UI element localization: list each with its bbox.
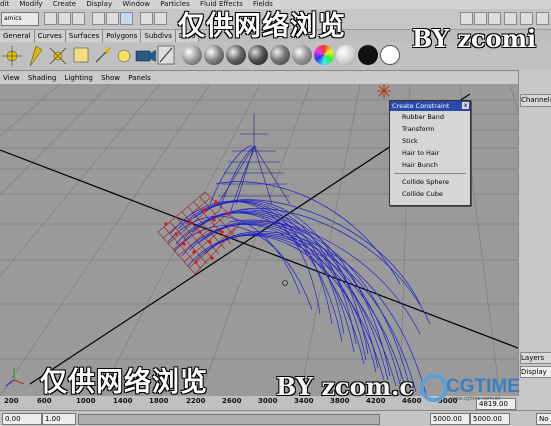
playback-start-field[interactable]: 1.00 — [42, 413, 76, 425]
time-tick: 2600 — [222, 397, 242, 405]
area-light-icon[interactable] — [73, 47, 89, 63]
animation-start-field[interactable]: 0.00 — [2, 413, 42, 425]
menu-set-dropdown[interactable]: amics — [1, 12, 39, 26]
channel-box-icon[interactable] — [536, 12, 549, 25]
ramp-shader-icon[interactable] — [314, 45, 334, 65]
animation-end-field[interactable]: 5000.00 — [470, 413, 510, 425]
phong-e-material-icon[interactable] — [248, 45, 268, 65]
pivot-marker — [282, 280, 288, 286]
menu-separator — [394, 173, 466, 174]
layer-display-dropdown[interactable]: Display — [520, 366, 551, 378]
range-slider-bar: 0.00 1.00 5000.00 5000.00 No — [0, 410, 551, 426]
layered-shader-icon[interactable] — [292, 45, 312, 65]
open-scene-icon[interactable] — [58, 12, 71, 25]
panel-menu-show[interactable]: Show — [101, 74, 120, 82]
star-locator-icon[interactable] — [377, 84, 391, 98]
menu-modify[interactable]: Modify — [19, 0, 42, 8]
menu-item-collide-sphere[interactable]: Collide Sphere — [390, 176, 470, 188]
menu-item-collide-cube[interactable]: Collide Cube — [390, 188, 470, 200]
channels-tab[interactable]: Channels — [520, 94, 551, 107]
range-slider[interactable] — [78, 414, 380, 425]
menu-item-transform[interactable]: Transform — [390, 123, 470, 135]
anisotropic-material-icon[interactable] — [270, 45, 290, 65]
use-background-icon[interactable] — [358, 45, 378, 65]
panel-menu-panels[interactable]: Panels — [128, 74, 151, 82]
snap-grid-icon[interactable] — [154, 12, 167, 25]
phong-material-icon[interactable] — [226, 45, 246, 65]
menu-item-rubber-band[interactable]: Rubber Band — [390, 111, 470, 123]
camera-icon[interactable] — [135, 50, 156, 62]
sun-light-icon[interactable] — [2, 46, 22, 66]
layers-tab[interactable]: Layers — [520, 352, 551, 364]
menu-item-hair-bunch[interactable]: Hair Bunch — [390, 159, 470, 171]
panel-menubar: View Shading Lighting Show Panels — [0, 73, 518, 84]
select-component-icon[interactable] — [120, 12, 133, 25]
watermark-chinese-bottom: 仅供网络浏览 — [40, 367, 208, 398]
select-hierarchy-icon[interactable] — [92, 12, 105, 25]
point-light-icon[interactable] — [49, 47, 67, 65]
cgtime-site-text: www.cgtime.com.cn — [450, 396, 501, 402]
spot-light-icon[interactable] — [29, 45, 43, 67]
channel-box-panel — [518, 70, 551, 396]
cgtime-logo: CGTIME www.cgtime.com.cn — [420, 372, 520, 404]
cgtime-logo-text: CGTIME — [446, 376, 520, 397]
shelf-tab-polygons[interactable]: Polygons — [103, 30, 142, 42]
save-scene-icon[interactable] — [72, 12, 85, 25]
shelf-tab-surfaces[interactable]: Surfaces — [65, 30, 104, 42]
panel-menu-shading[interactable]: Shading — [28, 74, 56, 82]
time-tick: 3000 — [258, 397, 278, 405]
blinn-material-icon[interactable] — [204, 45, 224, 65]
select-object-icon[interactable] — [106, 12, 119, 25]
watermark-chinese-top: 仅供网络浏览 — [178, 11, 346, 42]
surface-shader-icon[interactable] — [336, 45, 356, 65]
create-constraint-menu: Create Constraint x Rubber Band Transform… — [389, 100, 471, 206]
pick-mask-icon[interactable] — [140, 12, 153, 25]
new-scene-icon[interactable] — [44, 12, 57, 25]
cgtime-logo-ring — [420, 374, 448, 402]
shading-map-icon[interactable] — [380, 45, 400, 65]
lambert-material-icon[interactable] — [182, 45, 202, 65]
directional-light-icon[interactable] — [95, 47, 111, 63]
watermark-by-top: BY zcomi — [412, 24, 537, 53]
shelf-tab-general[interactable]: General — [0, 30, 35, 42]
create-constraint-title: Create Constraint x — [390, 101, 470, 111]
panel-menu-lighting[interactable]: Lighting — [65, 74, 93, 82]
menu-window[interactable]: Window — [122, 0, 150, 8]
create-constraint-title-text: Create Constraint — [392, 102, 450, 110]
menu-edit[interactable]: dit — [0, 0, 9, 8]
panel-menu-view[interactable]: View — [3, 74, 20, 82]
ambient-light-icon[interactable] — [117, 49, 131, 63]
menu-item-stick[interactable]: Stick — [390, 135, 470, 147]
menu-display[interactable]: Display — [86, 0, 112, 8]
watermark-by-bottom: BY zcom.c — [276, 372, 414, 401]
shelf-tab-subdivs[interactable]: Subdivs — [141, 30, 176, 42]
shelf-tab-curves[interactable]: Curves — [34, 30, 66, 42]
menu-create[interactable]: Create — [53, 0, 76, 8]
menu-item-hair-to-hair[interactable]: Hair to Hair — [390, 147, 470, 159]
playback-end-field[interactable]: 5000.00 — [430, 413, 470, 425]
character-set-dropdown[interactable]: No — [536, 413, 551, 425]
close-icon[interactable]: x — [462, 102, 469, 109]
hypershade-icon[interactable] — [157, 45, 175, 65]
time-tick: 200 — [4, 397, 19, 405]
constraint-locator[interactable] — [217, 114, 291, 205]
